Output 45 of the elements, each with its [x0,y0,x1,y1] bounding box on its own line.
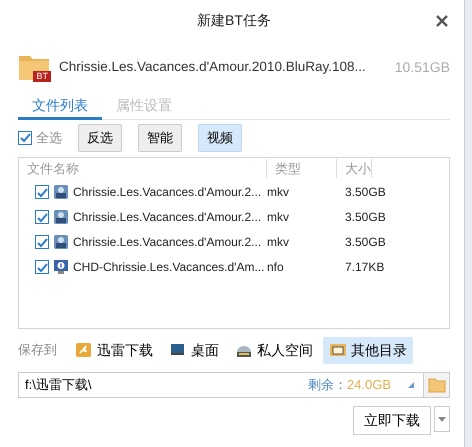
save-to-label: 保存到 [18,341,57,360]
filter-button[interactable]: 视频 [198,124,242,152]
tab[interactable]: 文件列表 [18,94,102,120]
column-header: 大小 [337,158,372,178]
file-type: mkv [267,209,290,226]
column-header: 类型 [267,158,337,178]
filter-button[interactable]: 反选 [78,124,122,152]
save-location-option[interactable]: 其他目录 [323,336,413,364]
download-now-button[interactable]: 立即下载 [353,406,431,434]
window-title: 新建BT任务 [197,10,271,30]
file-size: 3.50GB [344,234,386,251]
file-name: Chrissie.Les.Vacances.d'Amour.2... [73,234,262,251]
free-space-value: 24.0GB [346,376,391,394]
path-input[interactable]: f:\迅雷下载\ [19,374,308,394]
torrent-size: 10.51GB [394,58,450,76]
info-file-icon [53,259,69,275]
free-space-label: 剩余： [308,376,347,394]
video-file-icon [53,234,69,250]
file-size: 7.17KB [344,259,384,276]
column-header: 文件名称 [19,158,267,178]
path-field[interactable]: f:\迅雷下载\ 剩余：24.0GB [18,372,450,398]
caret-icon [438,416,446,422]
checkbox[interactable] [35,260,49,274]
dropdown-icon[interactable] [407,380,415,388]
checkbox[interactable] [35,235,49,249]
file-name: Chrissie.Les.Vacances.d'Amour.2... [73,184,262,201]
save-location-option[interactable]: 桌面 [163,336,225,364]
torrent-name: Chrissie.Les.Vacances.d'Amour.2010.BluRay.108... [59,58,366,76]
file-size: 3.50GB [344,184,386,201]
save-location-option[interactable]: 迅雷下载 [69,336,159,364]
checkbox[interactable] [35,185,49,199]
checkbox[interactable] [18,130,32,145]
file-size: 3.50GB [344,209,386,226]
checkbox[interactable] [35,210,49,224]
file-type: mkv [267,234,290,251]
file-type: nfo [267,259,285,276]
select-all-label: 全选 [36,129,62,147]
save-location-option[interactable]: 私人空间 [229,336,319,364]
dropdown-button[interactable] [434,406,450,432]
video-file-icon [53,209,69,225]
file-name: Chrissie.Les.Vacances.d'Amour.2... [73,209,262,226]
file-name: CHD-Chrissie.Les.Vacances.d'Am... [73,259,264,276]
video-file-icon [53,184,69,200]
file-type: mkv [267,184,290,201]
filter-button[interactable]: 智能 [138,124,182,152]
